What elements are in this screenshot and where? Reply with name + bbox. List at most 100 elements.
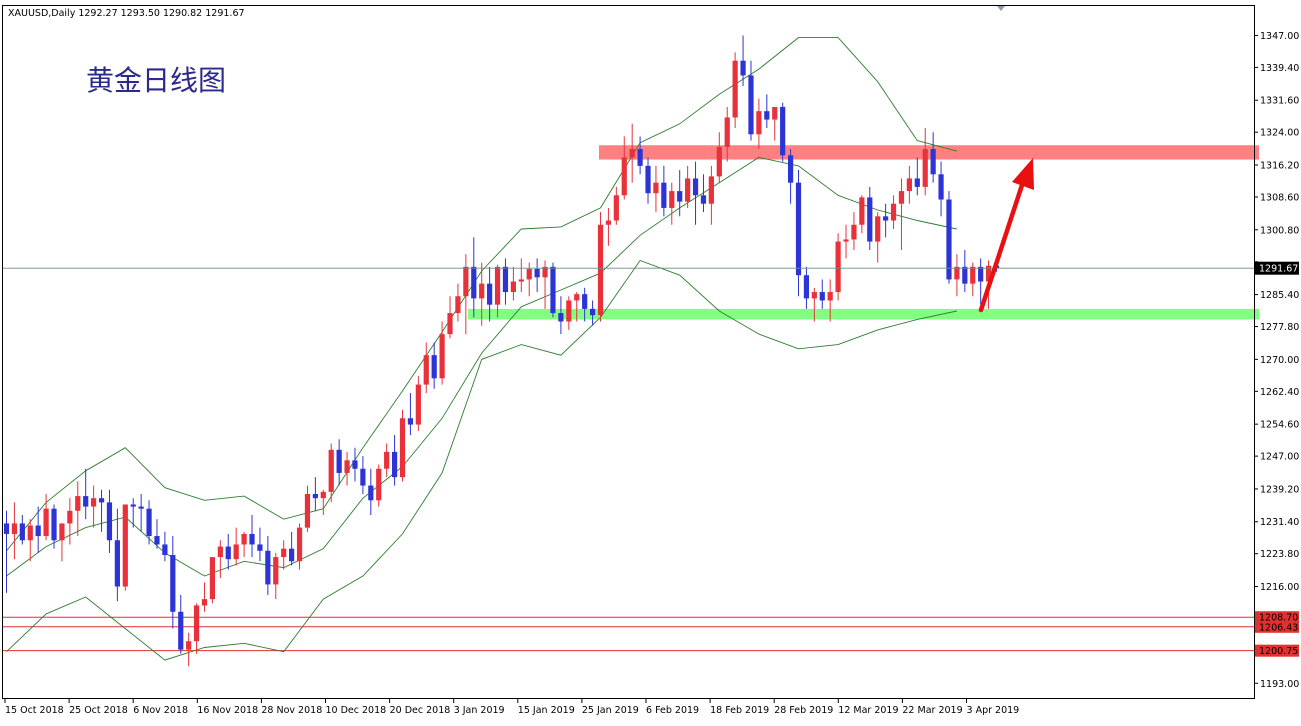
candle-body (296, 527, 303, 562)
candle (35, 506, 41, 553)
candle (154, 519, 160, 549)
x-axis: 15 Oct 2018 25 Oct 2018 6 Nov 2018 16 Nov 2… (4, 698, 1019, 716)
candle (423, 342, 429, 394)
candle (764, 94, 770, 128)
candle-body (685, 178, 691, 202)
candle-body (11, 523, 18, 534)
candle-body (407, 418, 414, 425)
candle (970, 262, 976, 297)
candle-body (661, 182, 667, 208)
candle (273, 552, 279, 600)
candle-body (795, 182, 802, 276)
candle-body (566, 300, 572, 322)
candle (566, 296, 572, 330)
candle (431, 342, 437, 389)
candle-body (368, 485, 374, 501)
candle (91, 485, 97, 528)
candle (83, 468, 89, 520)
y-tick-label: 1300.80 (1260, 225, 1299, 236)
candle-body (431, 355, 437, 379)
candle (336, 439, 342, 486)
candle (455, 283, 461, 322)
candle-body (875, 216, 881, 242)
candle (193, 603, 200, 654)
candle (170, 536, 176, 629)
candle (589, 300, 596, 326)
candle (233, 527, 239, 566)
candle-body (257, 544, 263, 551)
y-tick-label: 1316.20 (1260, 161, 1299, 172)
candle-body (146, 508, 152, 537)
candle-body (692, 178, 699, 196)
candle (914, 157, 920, 196)
candle-body (859, 197, 865, 225)
current-price-label: 1291.67 (1259, 264, 1298, 275)
candle (162, 531, 168, 562)
candle (289, 531, 295, 566)
candle (685, 165, 691, 208)
y-tick-label: 1262.40 (1260, 387, 1299, 398)
candle-body (518, 279, 524, 282)
candle (526, 262, 532, 297)
candle (938, 161, 944, 217)
scroll-indicator-icon (997, 6, 1005, 11)
candle (851, 212, 857, 250)
candle (296, 523, 303, 570)
y-tick-label: 1324.00 (1260, 128, 1299, 139)
candle (669, 182, 675, 225)
candle-body (502, 266, 509, 293)
x-tick-label: 16 Nov 2018 (197, 705, 258, 716)
candle-body (906, 178, 912, 192)
candle-body (510, 281, 516, 293)
candle-body (193, 605, 200, 642)
price-chart[interactable]: 1193.00 1216.00 1223.80 1231.40 1239.20 1247.… (0, 0, 1301, 722)
candle (756, 98, 762, 150)
candle-body (98, 498, 105, 503)
candle (360, 456, 366, 494)
candle-body (344, 460, 350, 473)
candle-body (399, 418, 406, 478)
candle (883, 203, 889, 238)
candle-body (162, 544, 168, 555)
chart-container: 1193.00 1216.00 1223.80 1231.40 1239.20 1247.… (0, 0, 1301, 722)
candle (344, 451, 350, 486)
x-tick-label: 28 Nov 2018 (261, 705, 322, 716)
candle (510, 266, 516, 301)
candle-body (27, 525, 33, 541)
candle (67, 498, 73, 545)
candle-body (827, 292, 833, 301)
candle-body (170, 554, 176, 612)
candle (700, 174, 707, 213)
x-tick-label: 22 Mar 2019 (902, 705, 962, 716)
candle-body (233, 544, 239, 560)
candle-body (376, 468, 382, 501)
candle (787, 149, 794, 204)
x-tick-label: 6 Feb 2019 (646, 705, 699, 716)
candle-body (780, 106, 786, 156)
candle-body (772, 106, 778, 120)
candle-body (803, 275, 810, 299)
candle (201, 582, 208, 612)
candle (186, 632, 192, 667)
candle-body (138, 506, 144, 509)
candle (716, 132, 722, 183)
candle (890, 195, 897, 229)
candle-body (605, 220, 612, 225)
candle (692, 161, 699, 225)
level-price-label: 1200.75 (1259, 646, 1298, 657)
candle-body (922, 149, 928, 187)
y-axis: 1193.00 1216.00 1223.80 1231.40 1239.20 1247.… (1254, 31, 1299, 690)
candle-body (479, 283, 485, 299)
candle-body (106, 502, 113, 541)
candle-body (471, 266, 477, 299)
candle-body (415, 384, 421, 425)
y-tick-label: 1270.00 (1260, 355, 1299, 366)
candle (463, 254, 469, 335)
candle (875, 212, 881, 263)
candle-body (130, 504, 136, 507)
candle (98, 489, 105, 532)
x-tick-label: 10 Dec 2018 (326, 705, 387, 716)
candle (819, 279, 825, 309)
candle-body (764, 111, 770, 120)
candle (225, 533, 231, 570)
